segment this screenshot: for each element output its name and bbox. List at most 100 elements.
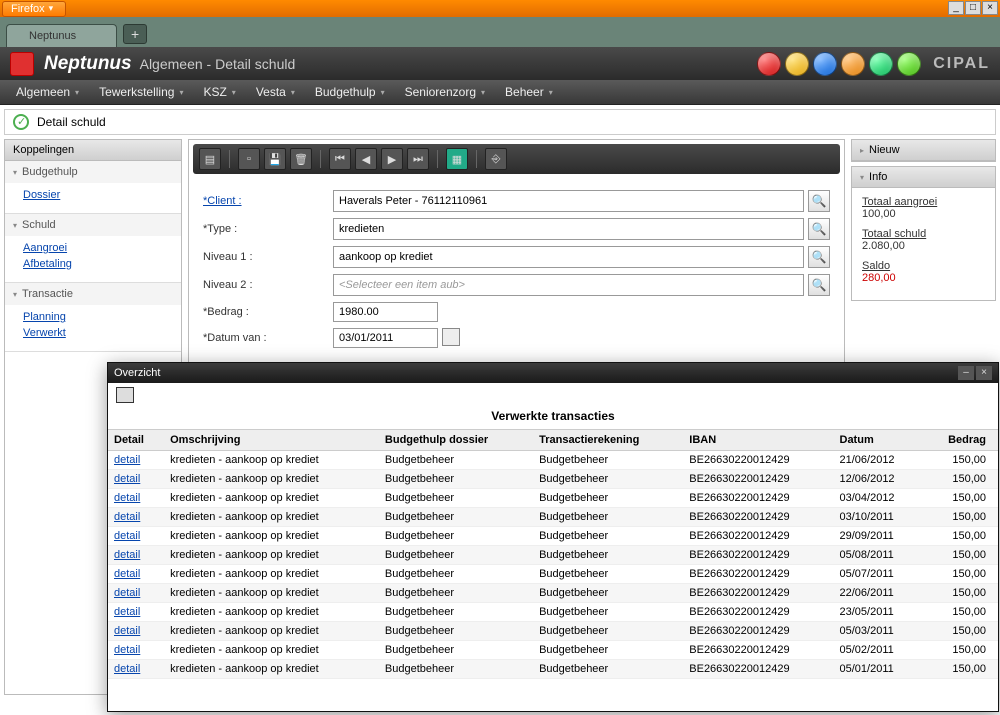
print-icon[interactable] <box>116 387 134 403</box>
cell-rekening: Budgetbeheer <box>533 622 683 641</box>
sidebar-link-dossier[interactable]: Dossier <box>23 187 173 203</box>
cell-rekening: Budgetbeheer <box>533 489 683 508</box>
browser-tab-bar: Neptunus + <box>0 17 1000 47</box>
lookup-type-icon[interactable]: 🔍 <box>808 218 830 240</box>
detail-link[interactable]: detail <box>114 492 140 504</box>
sidebar-section-budgethulp[interactable]: Budgethulp <box>5 161 181 183</box>
label-type: *Type : <box>203 223 333 235</box>
input-niveau1[interactable] <box>333 246 804 268</box>
col-rekening[interactable]: Transactierekening <box>533 430 683 451</box>
lookup-niveau1-icon[interactable]: 🔍 <box>808 246 830 268</box>
detail-link[interactable]: detail <box>114 511 140 523</box>
sidebar-link-verwerkt[interactable]: Verwerkt <box>23 325 173 341</box>
detail-link[interactable]: detail <box>114 663 140 675</box>
toolbar-first-icon[interactable]: ⏮ <box>329 148 351 170</box>
cell-bedrag: 150,00 <box>923 451 998 470</box>
power-icon[interactable] <box>757 52 781 76</box>
transactions-table: Detail Omschrijving Budgethulp dossier T… <box>108 429 998 679</box>
toolbar-last-icon[interactable]: ⏭ <box>407 148 429 170</box>
col-datum[interactable]: Datum <box>834 430 924 451</box>
sidebar-link-afbetaling[interactable]: Afbetaling <box>23 256 173 272</box>
toolbar-new-icon[interactable]: ▫ <box>238 148 260 170</box>
detail-link[interactable]: detail <box>114 549 140 561</box>
detail-link[interactable]: detail <box>114 644 140 656</box>
col-dossier[interactable]: Budgethulp dossier <box>379 430 533 451</box>
cell-rekening: Budgetbeheer <box>533 508 683 527</box>
input-niveau2[interactable] <box>333 274 804 296</box>
cell-omschrijving: kredieten - aankoop op krediet <box>164 603 379 622</box>
overlay-window: Overzicht – × Verwerkte transacties Deta… <box>107 362 999 712</box>
toolbar-save-icon[interactable]: 💾 <box>264 148 286 170</box>
col-iban[interactable]: IBAN <box>683 430 833 451</box>
menu-seniorenzorg[interactable]: Seniorenzorg <box>395 81 495 103</box>
toolbar-exit-icon[interactable]: ⎆ <box>485 148 507 170</box>
cell-bedrag: 150,00 <box>923 527 998 546</box>
lookup-niveau2-icon[interactable]: 🔍 <box>808 274 830 296</box>
info-aangroei-label: Totaal aangroei <box>862 196 985 208</box>
cell-dossier: Budgetbeheer <box>379 546 533 565</box>
info-aangroei-value: 100,00 <box>862 208 985 220</box>
menu-budgethulp[interactable]: Budgethulp <box>305 81 395 103</box>
input-type[interactable] <box>333 218 804 240</box>
cell-bedrag: 150,00 <box>923 546 998 565</box>
window-minimize[interactable]: _ <box>948 1 964 15</box>
cell-dossier: Budgetbeheer <box>379 584 533 603</box>
cell-rekening: Budgetbeheer <box>533 603 683 622</box>
help-icon[interactable] <box>813 52 837 76</box>
overlay-titlebar[interactable]: Overzicht – × <box>108 363 998 383</box>
info-icon[interactable] <box>841 52 865 76</box>
cell-omschrijving: kredieten - aankoop op krediet <box>164 489 379 508</box>
col-omschrijving[interactable]: Omschrijving <box>164 430 379 451</box>
toolbar-export-icon[interactable]: ▦ <box>446 148 468 170</box>
detail-link[interactable]: detail <box>114 606 140 618</box>
cell-iban: BE26630220012429 <box>683 508 833 527</box>
detail-link[interactable]: detail <box>114 587 140 599</box>
sidebar-section-schuld[interactable]: Schuld <box>5 214 181 236</box>
cell-iban: BE26630220012429 <box>683 470 833 489</box>
label-client: *Client : <box>203 195 333 207</box>
detail-link[interactable]: detail <box>114 530 140 542</box>
col-detail[interactable]: Detail <box>108 430 164 451</box>
input-datum[interactable] <box>333 328 438 348</box>
browser-tab[interactable]: Neptunus <box>6 24 117 47</box>
menu-ksz[interactable]: KSZ <box>193 81 245 103</box>
info-saldo-label: Saldo <box>862 260 985 272</box>
copyright-icon[interactable] <box>869 52 893 76</box>
sidebar-link-aangroei[interactable]: Aangroei <box>23 240 173 256</box>
detail-link[interactable]: detail <box>114 454 140 466</box>
status-icon[interactable] <box>897 52 921 76</box>
overlay-minimize-icon[interactable]: – <box>958 366 974 380</box>
window-maximize[interactable]: □ <box>965 1 981 15</box>
right-section-info[interactable]: Info <box>852 167 995 188</box>
detail-link[interactable]: detail <box>114 473 140 485</box>
menu-vesta[interactable]: Vesta <box>246 81 305 103</box>
sidebar-section-transactie[interactable]: Transactie <box>5 283 181 305</box>
label-niveau1: Niveau 1 : <box>203 251 333 263</box>
detail-link[interactable]: detail <box>114 625 140 637</box>
toolbar-next-icon[interactable]: ▶ <box>381 148 403 170</box>
toolbar-prev-icon[interactable]: ◀ <box>355 148 377 170</box>
col-bedrag[interactable]: Bedrag <box>923 430 998 451</box>
toolbar-delete-icon[interactable]: 🗑 <box>290 148 312 170</box>
cell-bedrag: 150,00 <box>923 565 998 584</box>
input-bedrag[interactable] <box>333 302 438 322</box>
toolbar-list-icon[interactable]: ▤ <box>199 148 221 170</box>
menu-beheer[interactable]: Beheer <box>495 81 563 103</box>
new-tab-button[interactable]: + <box>123 24 147 44</box>
menu-algemeen[interactable]: Algemeen <box>6 81 89 103</box>
firefox-menu-button[interactable]: Firefox <box>2 1 66 17</box>
calendar-icon[interactable] <box>442 328 460 346</box>
right-section-nieuw[interactable]: Nieuw <box>852 140 995 161</box>
lookup-client-icon[interactable]: 🔍 <box>808 190 830 212</box>
table-row: detail kredieten - aankoop op krediet Budg… <box>108 489 998 508</box>
overlay-close-icon[interactable]: × <box>976 366 992 380</box>
detail-link[interactable]: detail <box>114 568 140 580</box>
input-client[interactable] <box>333 190 804 212</box>
window-close[interactable]: × <box>982 1 998 15</box>
cell-iban: BE26630220012429 <box>683 584 833 603</box>
menu-tewerkstelling[interactable]: Tewerkstelling <box>89 81 193 103</box>
cell-bedrag: 150,00 <box>923 489 998 508</box>
home-icon[interactable] <box>785 52 809 76</box>
sidebar-link-planning[interactable]: Planning <box>23 309 173 325</box>
browser-titlebar: Firefox _ □ × <box>0 0 1000 17</box>
